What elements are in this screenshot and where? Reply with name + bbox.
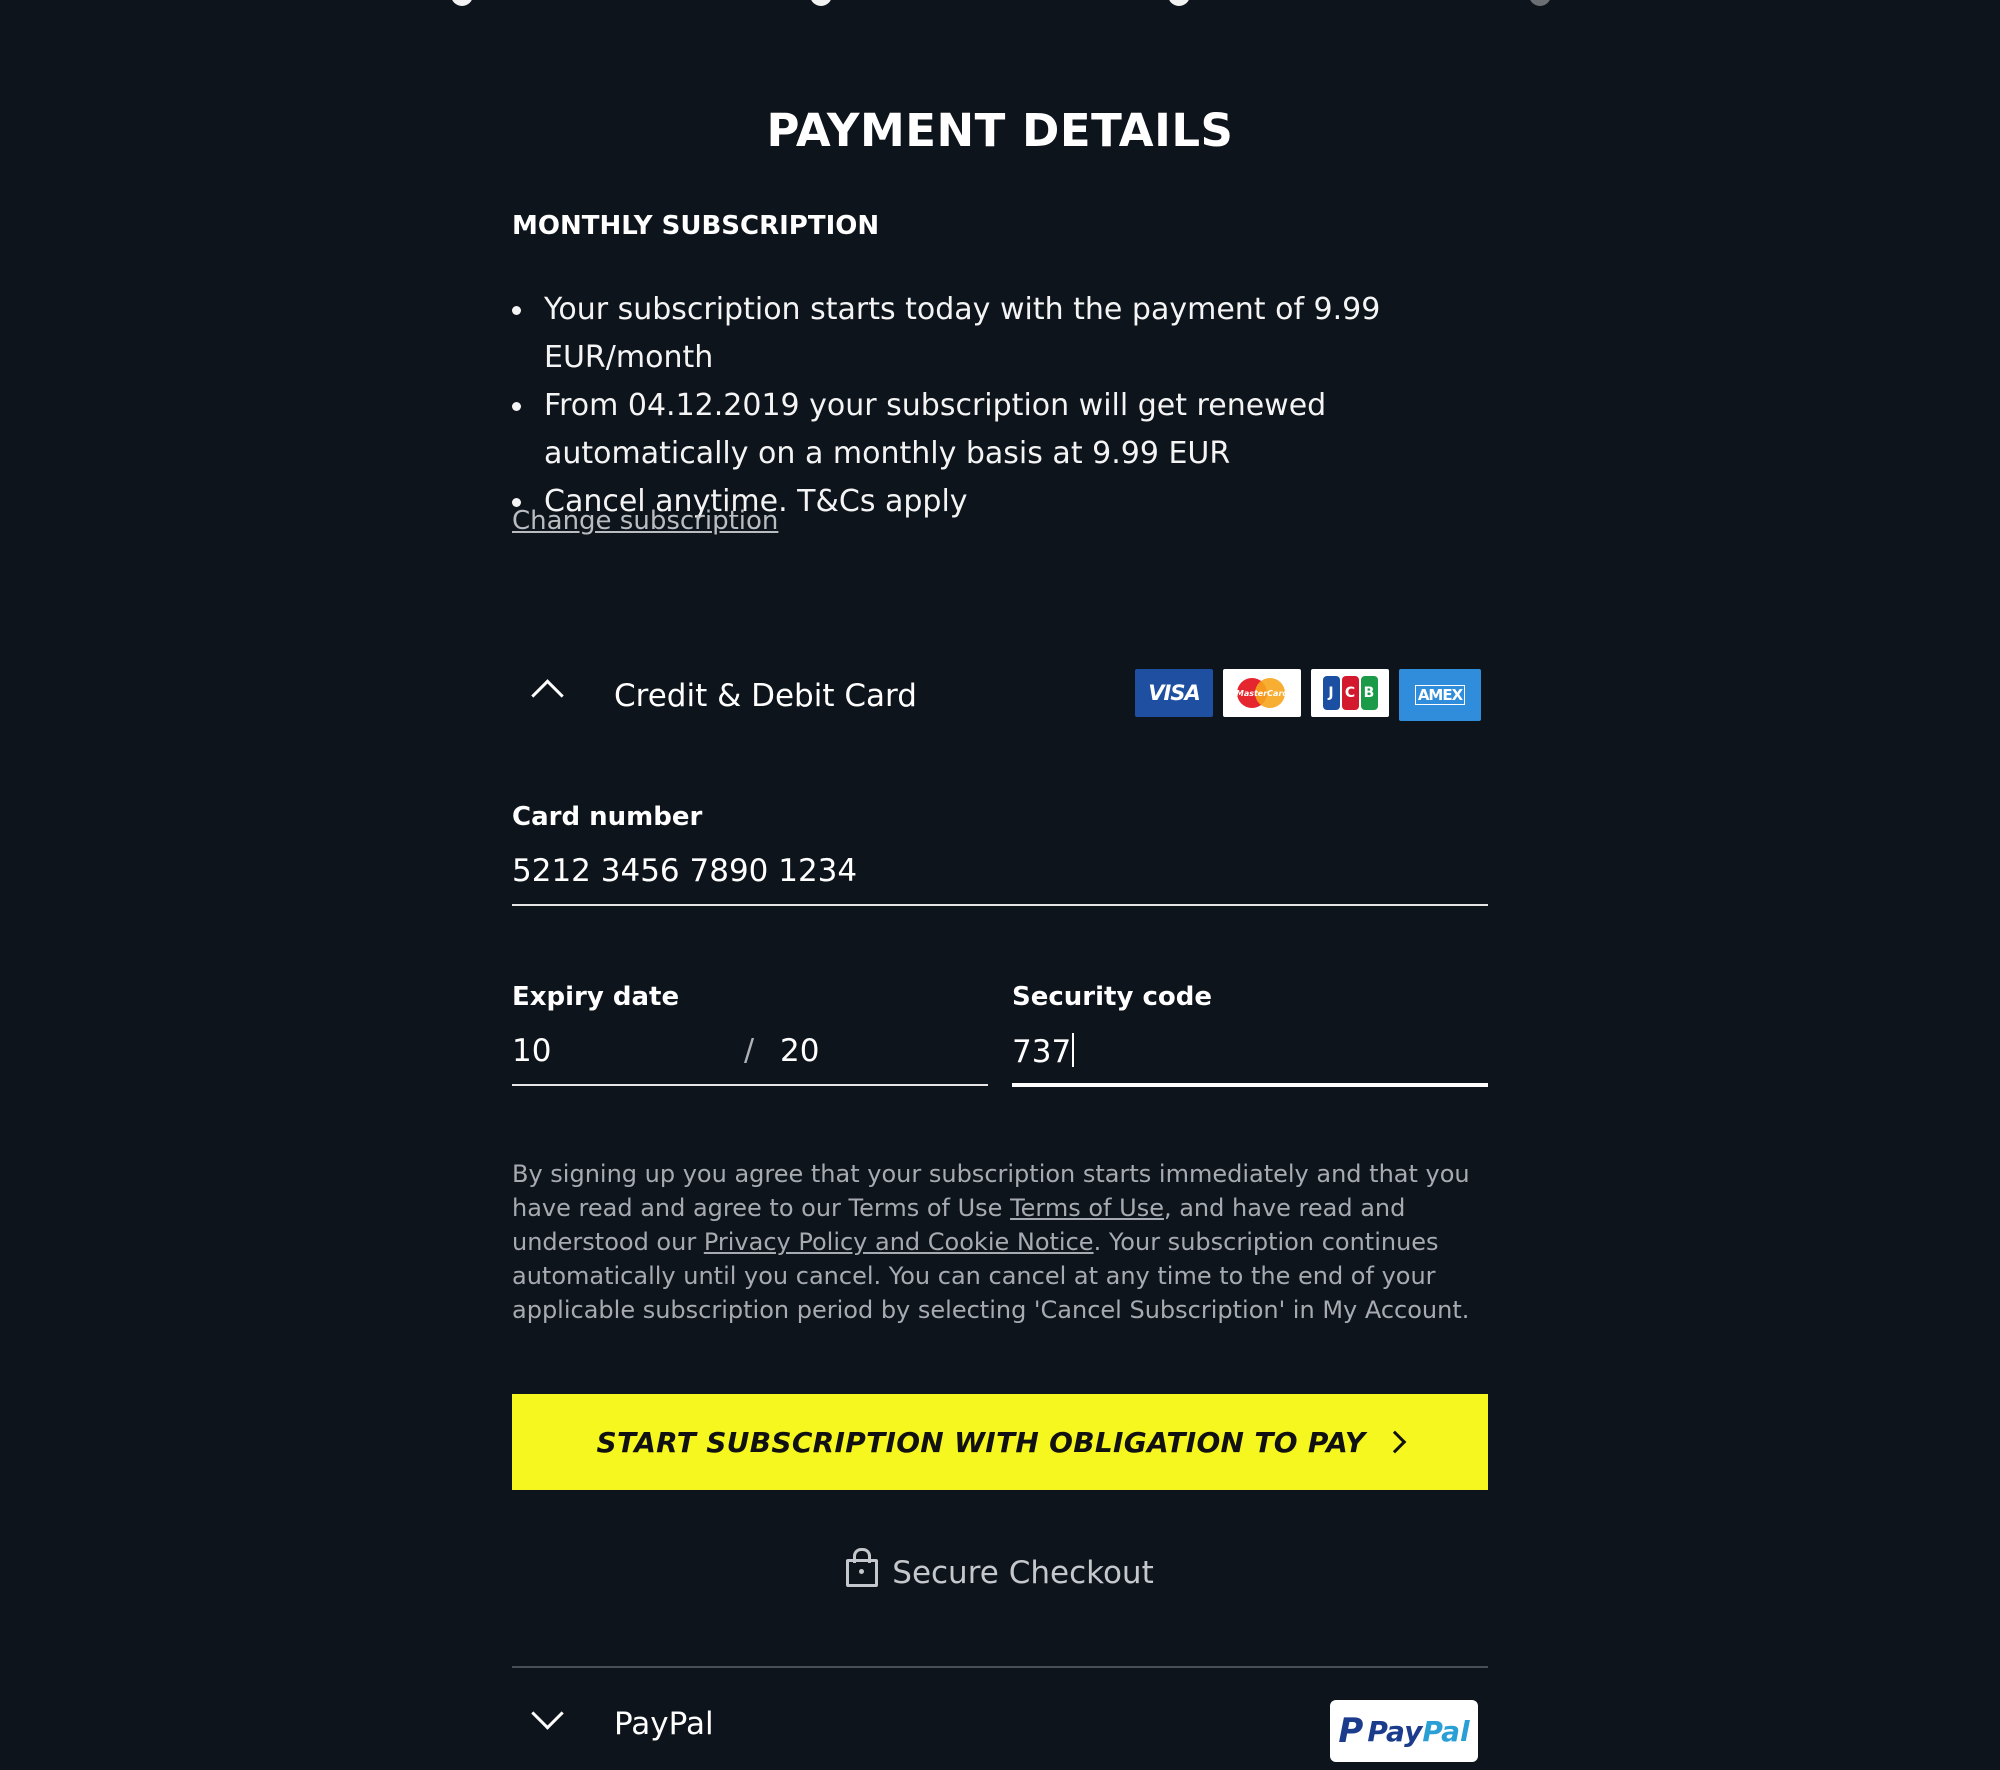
jcb-logo: JCB xyxy=(1311,669,1389,717)
security-code-underline xyxy=(1012,1083,1488,1087)
progress-step-3 xyxy=(1168,0,1190,6)
card-logos: VISA MasterCard JCB AMEX xyxy=(1135,669,1481,721)
privacy-policy-link[interactable]: Privacy Policy and Cookie Notice xyxy=(704,1228,1094,1256)
text-caret xyxy=(1072,1033,1075,1067)
card-number-underline xyxy=(512,904,1488,906)
security-code-label: Security code xyxy=(1012,982,1212,1012)
expiry-year-input[interactable]: 20 xyxy=(780,1033,819,1069)
card-payment-accordion-header[interactable]: Credit & Debit Card VISA MasterCard JCB … xyxy=(512,660,1488,730)
paypal-logo: P PayPal xyxy=(1330,1700,1478,1762)
mastercard-logo: MasterCard xyxy=(1223,669,1301,717)
chevron-up-icon[interactable] xyxy=(531,679,564,712)
card-number-input[interactable]: 5212 3456 7890 1234 xyxy=(512,853,857,889)
lock-icon xyxy=(846,1548,879,1587)
terms-of-use-link[interactable]: Terms of Use xyxy=(1010,1194,1164,1222)
legal-notice: By signing up you agree that your subscr… xyxy=(512,1160,1470,1324)
expiry-month-input[interactable]: 10 xyxy=(512,1033,551,1069)
card-number-label: Card number xyxy=(512,802,703,832)
page-title: PAYMENT DETAILS xyxy=(766,104,1234,157)
divider xyxy=(512,1666,1488,1668)
amex-logo: AMEX xyxy=(1399,669,1481,721)
progress-step-4 xyxy=(1529,0,1551,6)
chevron-down-icon[interactable] xyxy=(531,1697,564,1730)
list-item: Your subscription starts today with the … xyxy=(512,286,1512,382)
card-section-title: Credit & Debit Card xyxy=(614,678,917,714)
change-subscription-link[interactable]: Change subscription xyxy=(512,506,778,536)
list-item: From 04.12.2019 your subscription will g… xyxy=(512,382,1512,478)
expiry-underline xyxy=(512,1084,988,1086)
start-subscription-button[interactable]: START SUBSCRIPTION WITH OBLIGATION TO PA… xyxy=(512,1394,1488,1490)
subscription-details-list: Your subscription starts today with the … xyxy=(512,286,1512,526)
expiry-date-label: Expiry date xyxy=(512,982,680,1012)
expiry-separator: / xyxy=(744,1033,755,1068)
progress-step-1 xyxy=(451,0,473,6)
visa-logo: VISA xyxy=(1135,669,1213,717)
paypal-section-title: PayPal xyxy=(614,1706,714,1742)
paypal-accordion-header[interactable]: PayPal P PayPal xyxy=(512,1690,1488,1762)
chevron-right-icon xyxy=(1384,1430,1407,1454)
progress-step-2 xyxy=(810,0,832,6)
secure-checkout: Secure Checkout xyxy=(512,1548,1488,1591)
security-code-input[interactable]: 737 xyxy=(1012,1033,1075,1070)
subscription-heading: MONTHLY SUBSCRIPTION xyxy=(512,211,880,241)
